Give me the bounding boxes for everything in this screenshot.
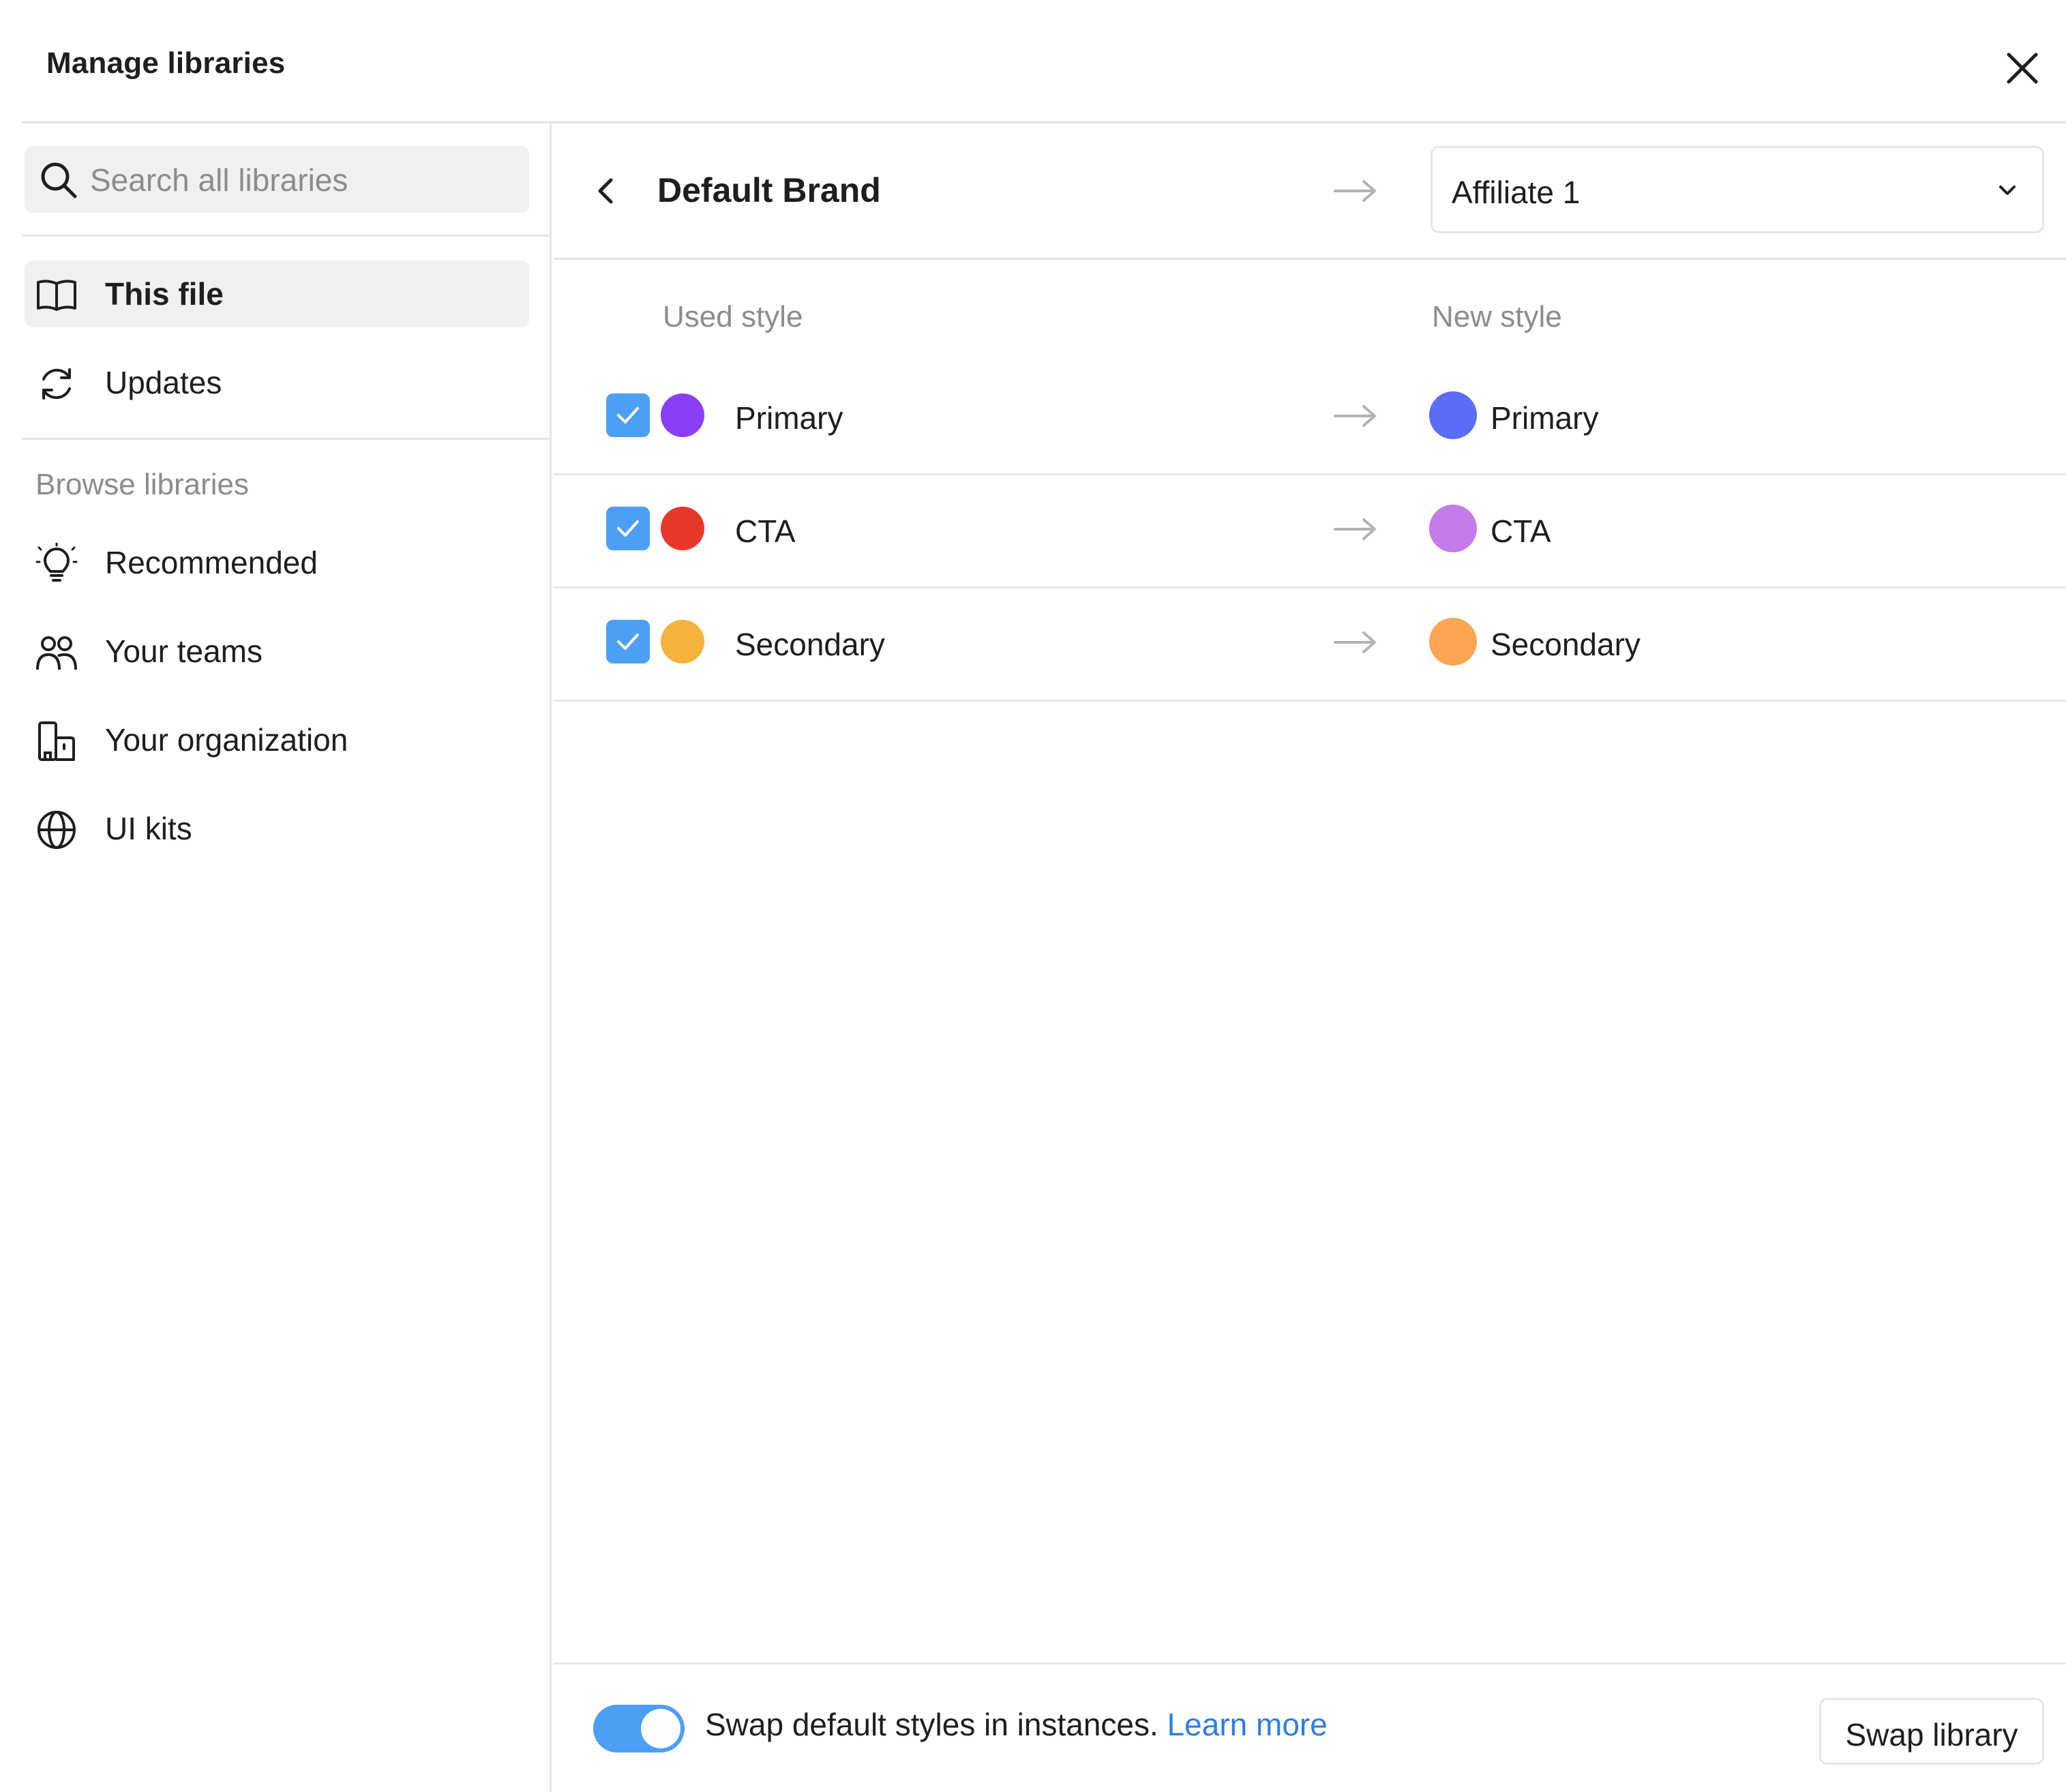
close-icon — [2007, 53, 2038, 84]
sidebar-item-updates[interactable]: Updates — [25, 349, 529, 416]
style-row: Secondary Secondary — [554, 588, 2066, 702]
style-checkbox[interactable] — [606, 393, 650, 437]
source-library-name: Default Brand — [657, 171, 881, 209]
new-style-name: Primary — [1491, 400, 1599, 436]
sidebar-item-label: Recommended — [105, 545, 318, 580]
search-box[interactable] — [25, 146, 529, 213]
target-library-dropdown[interactable]: Affiliate 1 — [1431, 146, 2044, 233]
row-divider — [554, 700, 2066, 702]
header-divider — [22, 121, 2066, 123]
sidebar-section-divider — [22, 438, 550, 440]
checkmark-icon — [617, 520, 639, 537]
sidebar-item-label: UI kits — [105, 811, 192, 846]
used-style-swatch — [661, 393, 704, 437]
footer-divider — [554, 1662, 2066, 1664]
swap-instances-toggle[interactable] — [593, 1705, 685, 1752]
swap-library-label: Swap library — [1845, 1717, 2018, 1752]
organization-icon — [38, 721, 75, 761]
people-icon — [36, 636, 77, 670]
used-style-name: Secondary — [735, 627, 885, 662]
style-checkbox[interactable] — [606, 507, 650, 550]
swap-header-divider — [554, 258, 2066, 260]
checkmark-icon — [617, 633, 639, 650]
sidebar-item-label: Updates — [105, 365, 222, 400]
sidebar-item-label: This file — [105, 276, 224, 312]
sidebar-item-label: Your teams — [105, 633, 263, 669]
new-style-swatch — [1429, 618, 1477, 666]
chevron-down-icon — [1999, 185, 2016, 195]
lightbulb-icon — [35, 543, 78, 582]
browse-libraries-heading: Browse libraries — [35, 468, 249, 501]
close-button[interactable] — [2002, 48, 2043, 89]
new-style-name: Secondary — [1491, 627, 1641, 662]
arrow-right-icon — [1334, 518, 1376, 540]
sidebar-item-recommended[interactable]: Recommended — [25, 529, 529, 596]
used-style-swatch — [661, 620, 704, 663]
sidebar-item-ui-kits[interactable]: UI kits — [25, 795, 529, 862]
new-style-swatch — [1429, 505, 1477, 552]
dialog-title: Manage libraries — [46, 46, 286, 80]
new-style-header: New style — [1432, 300, 1562, 333]
swap-library-button[interactable]: Swap library — [1819, 1698, 2044, 1765]
search-input[interactable] — [89, 155, 514, 205]
sidebar-item-this-file[interactable]: This file — [25, 260, 529, 327]
chevron-left-icon — [598, 178, 613, 204]
refresh-icon — [42, 368, 71, 400]
used-style-name: Primary — [735, 400, 843, 436]
used-style-name: CTA — [735, 513, 796, 549]
arrow-right-icon — [1334, 180, 1376, 202]
footer-message: Swap default styles in instances. Learn … — [705, 1706, 1328, 1743]
arrow-right-icon — [1334, 405, 1376, 427]
toggle-knob — [641, 1709, 680, 1748]
new-style-name: CTA — [1491, 513, 1551, 549]
style-row: CTA CTA — [554, 475, 2066, 588]
used-style-header: Used style — [663, 300, 803, 333]
sidebar-divider — [550, 123, 552, 1792]
search-icon — [41, 162, 77, 198]
globe-icon — [38, 811, 76, 849]
new-style-swatch — [1429, 391, 1477, 439]
back-button[interactable] — [585, 169, 626, 213]
style-checkbox[interactable] — [606, 620, 650, 663]
book-icon — [37, 280, 76, 311]
learn-more-link[interactable]: Learn more — [1167, 1707, 1328, 1742]
sidebar-item-label: Your organization — [105, 722, 348, 758]
arrow-right-icon — [1334, 631, 1376, 653]
sidebar-item-your-organization[interactable]: Your organization — [25, 706, 529, 773]
used-style-swatch — [661, 507, 704, 550]
sidebar-item-your-teams[interactable]: Your teams — [25, 618, 529, 685]
target-library-name: Affiliate 1 — [1452, 175, 1581, 210]
search-divider — [22, 235, 550, 237]
footer-text: Swap default styles in instances. — [705, 1707, 1158, 1742]
checkmark-icon — [617, 407, 639, 423]
style-row: Primary Primary — [554, 361, 2066, 475]
